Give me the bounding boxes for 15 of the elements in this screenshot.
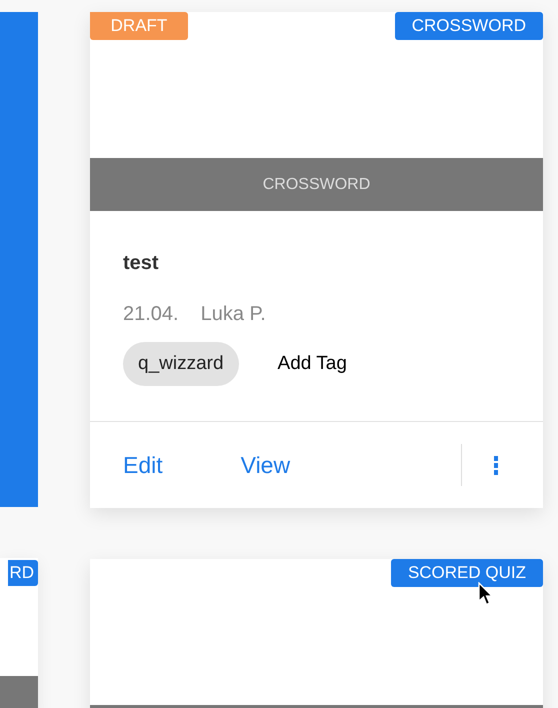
date-text: 21.04. (123, 302, 179, 326)
card-band (0, 676, 38, 708)
status-badge: DRAFT (90, 12, 188, 40)
author-name: Luka P. (200, 302, 266, 326)
edit-link[interactable]: Edit (123, 448, 163, 482)
view-link[interactable]: View (240, 448, 290, 482)
cursor-icon (478, 582, 493, 606)
type-badge: CROSSWORD (394, 12, 543, 40)
band-label: CROSSWORD (262, 174, 370, 194)
add-tag-button[interactable]: Add Tag (278, 350, 347, 378)
more-menu-icon[interactable] (494, 454, 498, 476)
type-badge: RD (8, 560, 38, 586)
card-title: test (123, 251, 159, 275)
tag-chip[interactable]: q_wizzard (123, 342, 239, 386)
type-badge: SCORED QUIZ (390, 559, 543, 587)
